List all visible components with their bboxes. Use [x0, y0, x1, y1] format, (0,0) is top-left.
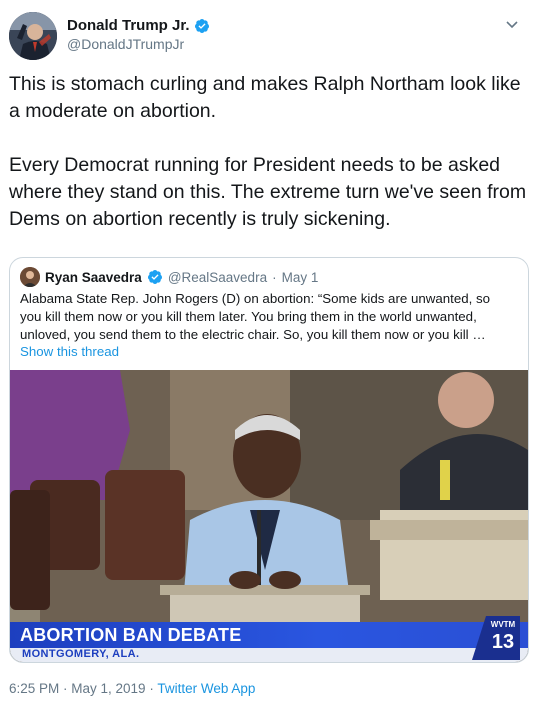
quoted-tweet-text: Alabama State Rep. John Rogers (D) on ab…: [20, 290, 520, 344]
lower-third-title: ABORTION BAN DEBATE: [20, 625, 242, 645]
video-player[interactable]: ABORTION BAN DEBATE MONTGOMERY, ALA. WVT…: [10, 370, 528, 662]
quoted-text-line: you kill them now or you kill them later…: [20, 309, 477, 324]
station-logo: WVTM 13: [472, 616, 520, 660]
video-frame-image: [10, 370, 528, 662]
verified-badge-icon: [194, 18, 209, 33]
chevron-down-icon[interactable]: [505, 18, 519, 32]
lower-third-subbar: MONTGOMERY, ALA.: [10, 648, 528, 662]
quoted-date[interactable]: May 1: [282, 270, 319, 285]
quoted-author-name[interactable]: Ryan Saavedra: [45, 270, 142, 285]
station-number: 13: [492, 631, 514, 653]
quoted-avatar-image: [20, 267, 40, 287]
station-call-letters: WVTM: [491, 620, 516, 629]
quoted-author-handle[interactable]: @RealSaavedra: [168, 270, 267, 285]
quoted-text-line: Alabama State Rep. John Rogers (D) on ab…: [20, 291, 491, 306]
tweet-timestamp[interactable]: 6:25 PM · May 1, 2019 ·: [9, 681, 157, 696]
show-thread-link[interactable]: Show this thread: [20, 344, 119, 359]
quoted-author-avatar: [20, 267, 40, 287]
tweet-source-link[interactable]: Twitter Web App: [157, 681, 255, 696]
news-lower-third: ABORTION BAN DEBATE MONTGOMERY, ALA. WVT…: [10, 616, 528, 662]
author-avatar[interactable]: [9, 12, 57, 60]
quoted-tweet-header: Ryan Saavedra @RealSaavedra · May 1: [20, 267, 318, 287]
author-handle[interactable]: @DonaldJTrumpJr: [67, 36, 210, 52]
author-display-name[interactable]: Donald Trump Jr.: [67, 17, 190, 34]
lower-third-bar: ABORTION BAN DEBATE: [10, 622, 528, 648]
avatar-image: [9, 12, 57, 60]
tweet-paragraph: Every Democrat running for President nee…: [9, 154, 527, 230]
quoted-tweet[interactable]: Ryan Saavedra @RealSaavedra · May 1 Alab…: [9, 257, 529, 663]
verified-badge-icon: [147, 270, 162, 284]
tweet-text: This is stomach curling and makes Ralph …: [9, 71, 529, 260]
lower-third-subtitle: MONTGOMERY, ALA.: [22, 648, 140, 660]
quoted-text-line: unloved, you send them to the electric c…: [20, 327, 486, 342]
tweet-header: Donald Trump Jr. @DonaldJTrumpJr: [9, 12, 527, 62]
tweet-footer: 6:25 PM · May 1, 2019 · Twitter Web App: [9, 681, 255, 696]
separator-dot: ·: [272, 269, 277, 285]
tweet-paragraph: This is stomach curling and makes Ralph …: [9, 73, 521, 122]
